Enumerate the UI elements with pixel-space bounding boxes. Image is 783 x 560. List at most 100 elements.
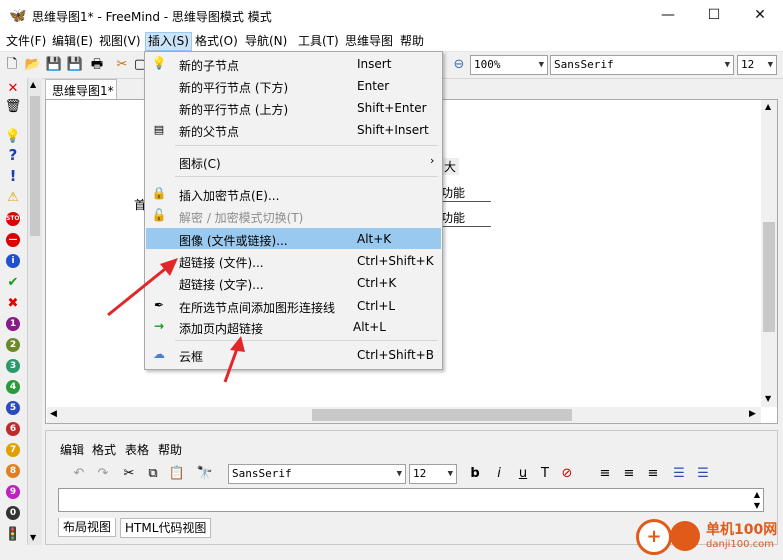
menu-edit[interactable]: 编辑(E) — [50, 33, 95, 50]
menu-item-add-local-link[interactable]: → 添加页内超链接 Alt+L — [146, 316, 441, 337]
menu-tools[interactable]: 工具(T) — [296, 33, 341, 50]
icon-palette-scroll-thumb[interactable] — [30, 96, 40, 236]
priority-4-icon[interactable]: 4 — [4, 379, 22, 396]
canvas-hscroll-thumb[interactable] — [312, 409, 572, 421]
editor-menu-edit[interactable]: 编辑 — [60, 441, 84, 458]
canvas-vscroll-thumb[interactable] — [763, 222, 775, 332]
scroll-up-icon[interactable]: ▲ — [30, 80, 36, 89]
canvas-vertical-scrollbar[interactable]: ▲ ▼ — [761, 100, 777, 407]
print-icon[interactable]: 🖶 — [88, 56, 106, 74]
priority-2-icon[interactable]: 2 — [4, 337, 22, 354]
scroll-down-icon[interactable]: ▼ — [30, 533, 36, 542]
scroll-right-icon[interactable]: ▶ — [749, 409, 756, 419]
numbered-list-icon[interactable]: ☰ — [694, 465, 712, 483]
menu-item-image[interactable]: 图像 (文件或链接)... Alt+K — [146, 228, 441, 249]
menu-item-new-sibling-above[interactable]: 新的平行节点 (上方) Shift+Enter — [146, 97, 441, 118]
priority-6-icon[interactable]: 6 — [4, 421, 22, 438]
exclamation-icon[interactable]: ! — [4, 168, 22, 185]
menu-item-new-child[interactable]: 💡 新的子节点 Insert — [146, 53, 441, 74]
traffic-light-icon[interactable]: 🚦 — [4, 526, 22, 543]
priority-8-icon[interactable]: 8 — [4, 463, 22, 480]
new-file-icon[interactable]: 🗋 — [3, 56, 21, 74]
undo-icon[interactable]: ↶ — [70, 465, 88, 483]
mindmap-node[interactable]: 功能 — [441, 184, 491, 202]
line-tool-icon[interactable]: ⊖ — [450, 56, 468, 74]
menu-item-add-connector[interactable]: ✒ 在所选节点间添加图形连接线 Ctrl+L — [146, 295, 441, 316]
icon-palette-scrollbar[interactable]: ▲ ▼ — [28, 78, 42, 545]
tab-html-view[interactable]: HTML代码视图 — [120, 518, 212, 538]
priority-7-icon[interactable]: 7 — [4, 442, 22, 459]
canvas-horizontal-scrollbar[interactable]: ◀ ▶ — [47, 407, 761, 423]
save-icon[interactable]: 💾 — [45, 56, 63, 74]
scroll-down-icon[interactable]: ▼ — [765, 394, 771, 403]
priority-1-icon[interactable]: 1 — [4, 316, 22, 333]
remove-icon[interactable]: ✕ — [4, 80, 22, 97]
align-right-icon[interactable]: ≡ — [644, 465, 662, 483]
menu-item-new-sibling-below[interactable]: 新的平行节点 (下方) Enter — [146, 75, 441, 96]
tab-layout-view[interactable]: 布局视图 — [58, 518, 117, 537]
editor-menu-help[interactable]: 帮助 — [158, 441, 182, 458]
redo-icon[interactable]: ↷ — [94, 465, 112, 483]
note-text-area[interactable]: ▲ ▼ — [58, 488, 764, 512]
zoom-combo[interactable]: 100% ▼ — [470, 55, 548, 75]
bold-icon[interactable]: b — [466, 465, 484, 483]
copy-icon[interactable]: ⧉ — [144, 465, 162, 483]
mindmap-node[interactable]: 功能 — [441, 209, 491, 227]
editor-menu-table[interactable]: 表格 — [125, 441, 149, 458]
menu-help[interactable]: 帮助 — [398, 33, 426, 50]
menu-item-toggle-encryption[interactable]: 🔓 解密 / 加密模式切换(T) — [146, 205, 441, 226]
menu-item-icons[interactable]: 图标(C) › — [146, 151, 441, 172]
scroll-up-icon[interactable]: ▲ — [765, 102, 771, 111]
checkmark-icon[interactable]: ✔ — [4, 274, 22, 291]
info-icon[interactable]: i — [4, 253, 22, 270]
menu-navigate[interactable]: 导航(N) — [243, 33, 289, 50]
save-as-icon[interactable]: 💾 — [66, 56, 84, 74]
font-size-combo[interactable]: 12 ▼ — [737, 55, 777, 75]
editor-size-combo[interactable]: 12 ▼ — [409, 464, 457, 484]
menu-item-insert-encrypted[interactable]: 🔒 插入加密节点(E)... — [146, 183, 441, 204]
align-center-icon[interactable]: ≡ — [620, 465, 638, 483]
scroll-arrows-icon[interactable]: ▲ ▼ — [754, 489, 760, 511]
menu-item-cloud[interactable]: ☁ 云框 Ctrl+Shift+B — [146, 344, 441, 365]
cross-icon[interactable]: ✖ — [4, 295, 22, 312]
menu-item-hyperlink-text[interactable]: 超链接 (文字)... Ctrl+K — [146, 272, 441, 293]
editor-font-combo[interactable]: SansSerif ▼ — [228, 464, 406, 484]
cut-icon[interactable]: ✂ — [113, 56, 131, 74]
priority-0-icon[interactable]: 0 — [4, 505, 22, 522]
cut-icon[interactable]: ✂ — [120, 465, 138, 483]
priority-5-icon[interactable]: 5 — [4, 400, 22, 417]
font-combo[interactable]: SansSerif ▼ — [550, 55, 734, 75]
align-left-icon[interactable]: ≡ — [596, 465, 614, 483]
editor-menu-format[interactable]: 格式 — [92, 441, 116, 458]
menu-item-new-parent[interactable]: ▤ 新的父节点 Shift+Insert — [146, 119, 441, 140]
maximize-button[interactable]: ☐ — [691, 0, 737, 31]
minus-circle-icon[interactable]: — — [4, 232, 22, 249]
minimize-button[interactable]: — — [645, 0, 691, 31]
priority-9-icon[interactable]: 9 — [4, 484, 22, 501]
close-button[interactable]: ✕ — [737, 0, 783, 31]
menu-file[interactable]: 文件(F) — [4, 33, 48, 50]
menu-mindmaps[interactable]: 思维导图 — [343, 33, 395, 50]
open-folder-icon[interactable]: 📂 — [24, 56, 42, 74]
text-color-icon[interactable]: T — [536, 465, 554, 483]
freemind-butterfly-icon[interactable]: 🦋 — [9, 8, 26, 24]
menu-item-hyperlink-file[interactable]: 超链接 (文件)... Ctrl+Shift+K — [146, 250, 441, 271]
menu-insert[interactable]: 插入(S) — [145, 32, 192, 51]
priority-3-icon[interactable]: 3 — [4, 358, 22, 375]
scroll-left-icon[interactable]: ◀ — [50, 409, 57, 419]
question-icon[interactable]: ? — [4, 147, 22, 164]
underline-icon[interactable]: u — [514, 465, 532, 483]
mindmap-node[interactable]: 大 — [441, 158, 460, 175]
find-binoculars-icon[interactable]: 🔭 — [196, 465, 214, 483]
paste-icon[interactable]: 📋 — [168, 465, 186, 483]
warning-icon[interactable]: ⚠ — [4, 189, 22, 206]
no-format-icon[interactable]: ⊘ — [558, 465, 576, 483]
bullet-list-icon[interactable]: ☰ — [670, 465, 688, 483]
idea-bulb-icon[interactable]: 💡 — [4, 128, 22, 145]
tab-map[interactable]: 思维导图1* — [45, 79, 117, 99]
menu-view[interactable]: 视图(V) — [97, 33, 143, 50]
stop-icon[interactable]: STOP — [4, 211, 24, 228]
trash-icon[interactable]: 🗑 — [4, 98, 22, 115]
italic-icon[interactable]: i — [490, 465, 508, 483]
menu-format[interactable]: 格式(O) — [193, 33, 240, 50]
